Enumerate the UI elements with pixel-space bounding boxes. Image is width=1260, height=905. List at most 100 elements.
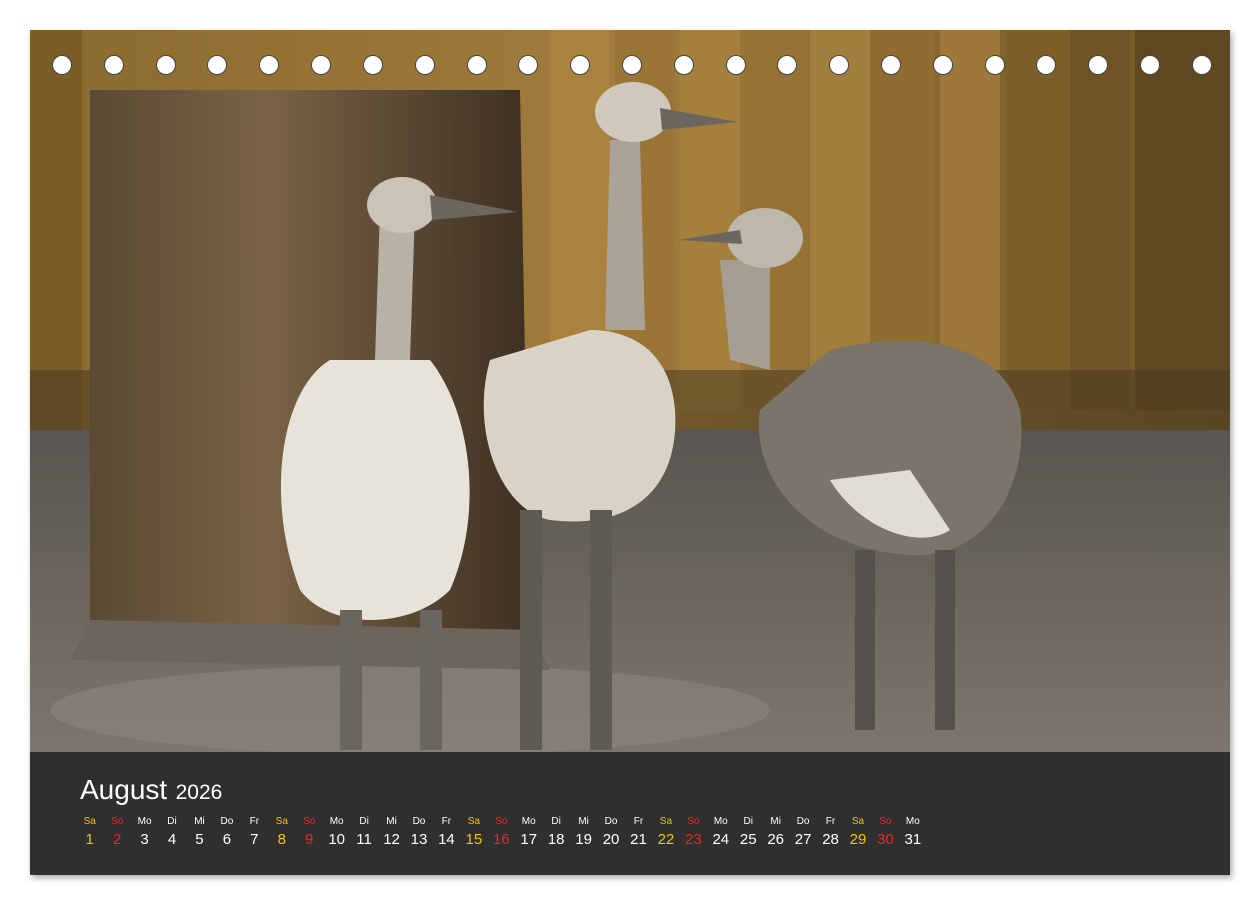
day-cell: Do 27: [789, 814, 816, 850]
day-number: 9: [305, 831, 314, 848]
day-cell: Di 25: [735, 814, 762, 850]
weekday-label: Mi: [194, 816, 205, 827]
day-cell: Do 13: [405, 814, 432, 850]
day-number: 6: [222, 831, 232, 848]
weekday-label: Fr: [633, 816, 644, 827]
weekday-label: Di: [359, 816, 369, 827]
day-cell: Sa 8: [268, 814, 295, 850]
day-number: 20: [602, 831, 620, 848]
weekday-label: Do: [604, 816, 618, 827]
day-cell: Mo 24: [707, 814, 734, 850]
weekday-label: Mo: [713, 816, 728, 827]
binding-hole: [466, 55, 487, 75]
day-number: 15: [465, 831, 483, 848]
day-number: 24: [712, 831, 730, 848]
day-number: 17: [520, 831, 538, 848]
weekday-label: Sa: [83, 816, 96, 827]
day-cell: Mo 31: [899, 814, 926, 850]
binding-hole: [829, 55, 850, 75]
day-number: 26: [767, 831, 784, 848]
weekday-label: So: [687, 816, 700, 827]
day-cell: Fr 28: [817, 814, 844, 850]
weekday-label: Mo: [137, 816, 152, 827]
weekday-label: Di: [743, 816, 753, 827]
day-cell: So 16: [488, 814, 515, 850]
day-cell: So 9: [296, 814, 323, 850]
day-number: 21: [630, 831, 647, 848]
binding-hole: [207, 55, 228, 75]
day-cell: Sa 15: [460, 814, 487, 850]
binding-hole: [518, 55, 539, 75]
weekday-label: So: [111, 816, 124, 827]
day-number: 14: [438, 831, 455, 848]
binding-hole: [881, 55, 901, 75]
binding-hole: [673, 55, 694, 75]
weekday-label: So: [495, 816, 508, 827]
rhea-chicks-photo: [30, 30, 1230, 752]
weekday-label: Mo: [521, 816, 536, 827]
day-cell: Mi 19: [570, 814, 597, 850]
day-cell: So 23: [680, 814, 707, 850]
weekday-label: Di: [551, 816, 561, 827]
day-number: 8: [277, 831, 286, 848]
day-number: 1: [85, 831, 94, 848]
weekday-label: Fr: [825, 816, 836, 827]
binding-hole: [725, 55, 746, 75]
day-number: 25: [739, 831, 757, 848]
binding-hole: [414, 55, 435, 75]
day-number: 31: [904, 831, 922, 848]
weekday-label: Mi: [386, 816, 397, 827]
weekday-label: Di: [167, 816, 177, 827]
binding-hole: [984, 55, 1005, 75]
day-cell: Do 20: [597, 814, 624, 850]
day-cell: Fr 21: [625, 814, 652, 850]
day-number: 19: [575, 831, 592, 848]
binding-hole: [570, 55, 591, 75]
day-number: 5: [195, 831, 204, 848]
weekday-label: Mo: [905, 816, 920, 827]
day-number: 23: [685, 831, 702, 848]
year: 2026: [175, 781, 223, 804]
day-cell: Sa 22: [652, 814, 679, 850]
day-cell: Di 18: [542, 814, 569, 850]
binding-hole: [259, 55, 280, 75]
day-cell: Fr 7: [241, 814, 268, 850]
day-number: 7: [250, 831, 259, 848]
day-number: 13: [410, 831, 428, 848]
day-cell: Mi 12: [378, 814, 405, 850]
day-cell: Mo 10: [323, 814, 350, 850]
weekday-label: Sa: [275, 816, 288, 827]
day-number: 30: [877, 831, 894, 848]
day-number: 29: [849, 831, 867, 848]
binding-hole: [311, 55, 332, 75]
weekday-label: Mi: [578, 816, 589, 827]
day-number: 2: [112, 831, 122, 848]
binding-holes: [52, 55, 1212, 79]
day-cell: Mo 3: [131, 814, 158, 850]
day-number: 3: [140, 831, 149, 848]
day-cell: Di 4: [158, 814, 185, 850]
day-number: 4: [167, 831, 177, 848]
binding-hole: [1191, 55, 1212, 75]
day-number: 27: [794, 831, 812, 848]
binding-hole: [1140, 55, 1161, 75]
day-number: 18: [547, 831, 565, 848]
binding-hole: [155, 55, 176, 75]
weekday-label: Fr: [441, 816, 452, 827]
binding-hole: [1088, 55, 1109, 75]
weekday-label: Mo: [329, 816, 344, 827]
weekday-label: So: [879, 816, 892, 827]
day-number: 22: [657, 831, 675, 848]
binding-hole: [1036, 55, 1057, 75]
day-strip: Sa 1 So 2 Mo 3 Di 4 Mi 5 Do 6 Fr 7 Sa 8 So 9 Mo 10 Di 11 Mi 12 D…: [76, 814, 927, 850]
day-cell: So 30: [872, 814, 899, 850]
day-number: 11: [356, 831, 372, 848]
binding-hole: [103, 55, 124, 75]
day-cell: Mi 5: [186, 814, 213, 850]
day-cell: Sa 1: [76, 814, 103, 850]
day-cell: Di 11: [350, 814, 377, 850]
weekday-label: Fr: [249, 816, 260, 827]
weekday-label: Do: [412, 816, 426, 827]
day-number: 16: [492, 831, 510, 848]
binding-hole: [932, 55, 953, 75]
